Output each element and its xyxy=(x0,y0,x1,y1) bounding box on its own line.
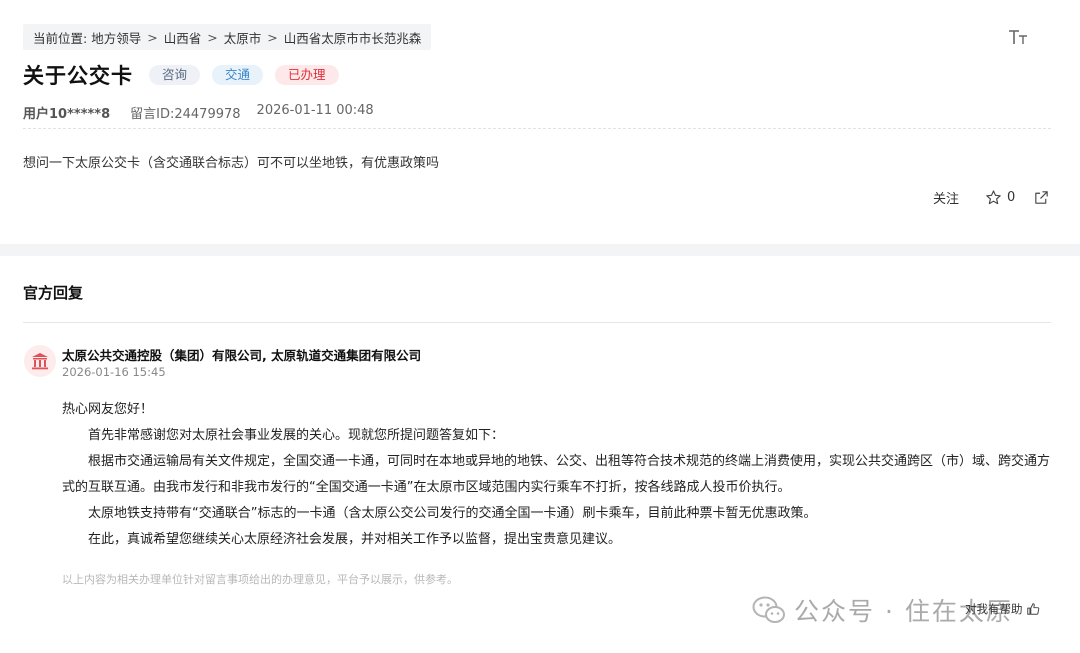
org-name: 太原公共交通控股（集团）有限公司, 太原轨道交通集团有限公司 xyxy=(62,348,422,363)
divider xyxy=(23,128,1051,129)
message-id: 留言ID:24479978 xyxy=(130,107,241,122)
reply-paragraph: 在此，真诚希望您继续关心太原经济社会发展，并对相关工作予以监督，提出宝贵意见建议… xyxy=(88,532,622,547)
breadcrumb-prefix: 当前位置: xyxy=(33,30,88,46)
message-time: 2026-01-11 00:48 xyxy=(256,103,374,118)
breadcrumb-item-city[interactable]: 太原市 xyxy=(224,28,262,47)
divider xyxy=(23,322,1051,323)
reply-paragraph: 太原地铁支持带有“交通联合”标志的一卡通（含太原公交公司发行的交通全国一卡通）刷… xyxy=(88,506,817,521)
page-title: 关于公交卡 xyxy=(23,64,133,88)
breadcrumb-separator: > xyxy=(147,29,158,45)
reply-paragraph: 首先非常感谢您对太原社会事业发展的关心。现就您所提问题答复如下： xyxy=(88,428,505,443)
thumbs-up-icon xyxy=(1026,603,1039,615)
reply-body: 热心网友您好！ 首先非常感谢您对太原社会事业发展的关心。现就您所提问题答复如下：… xyxy=(62,397,1052,553)
wechat-icon xyxy=(752,596,785,623)
star-icon[interactable] xyxy=(985,189,1002,206)
reply-greeting: 热心网友您好！ xyxy=(62,402,154,417)
tag-consult: 咨询 xyxy=(149,65,201,85)
tag-traffic: 交通 xyxy=(212,65,264,85)
reply-heading: 官方回复 xyxy=(23,284,84,302)
disclaimer: 以上内容为相关办理单位针对留言事项给出的办理意见，平台予以展示，供参考。 xyxy=(62,573,458,586)
font-size-icon[interactable] xyxy=(1008,28,1030,46)
breadcrumb-item-local-leaders[interactable]: 地方领导 xyxy=(91,28,141,47)
follow-button[interactable]: 关注 xyxy=(933,188,959,207)
message-content: 想问一下太原公交卡（含交通联合标志）可不可以坐地铁，有优惠政策吗 xyxy=(23,156,440,171)
section-gap xyxy=(0,244,1080,256)
helpful-label: 对我有帮助 xyxy=(965,602,1023,616)
breadcrumb-item-province[interactable]: 山西省 xyxy=(164,28,202,47)
breadcrumb: 当前位置: 地方领导 > 山西省 > 太原市 > 山西省太原市市长范兆森 xyxy=(23,24,432,50)
helpful-button[interactable]: 对我有帮助 xyxy=(965,601,1040,617)
star-count: 0 xyxy=(1007,190,1016,205)
avatar xyxy=(24,345,56,377)
share-icon[interactable] xyxy=(1033,189,1050,206)
message-meta: 用户10*****8 留言ID:24479978 2026-01-11 00:4… xyxy=(23,103,374,122)
user-name: 用户10*****8 xyxy=(23,107,111,122)
reply-paragraph: 根据市交通运输局有关文件规定，全国交通一卡通，可同时在本地或异地的地铁、公交、出… xyxy=(62,454,1051,495)
status-badge: 已办理 xyxy=(275,65,339,85)
government-building-icon xyxy=(32,353,48,370)
reply-time: 2026-01-16 15:45 xyxy=(62,365,166,379)
breadcrumb-item-mayor[interactable]: 山西省太原市市长范兆森 xyxy=(284,28,422,47)
message-actions: 关注 0 xyxy=(933,188,1050,207)
title-row: 关于公交卡 咨询 交通 已办理 xyxy=(23,60,339,90)
breadcrumb-separator: > xyxy=(207,29,218,45)
breadcrumb-separator: > xyxy=(267,29,278,45)
